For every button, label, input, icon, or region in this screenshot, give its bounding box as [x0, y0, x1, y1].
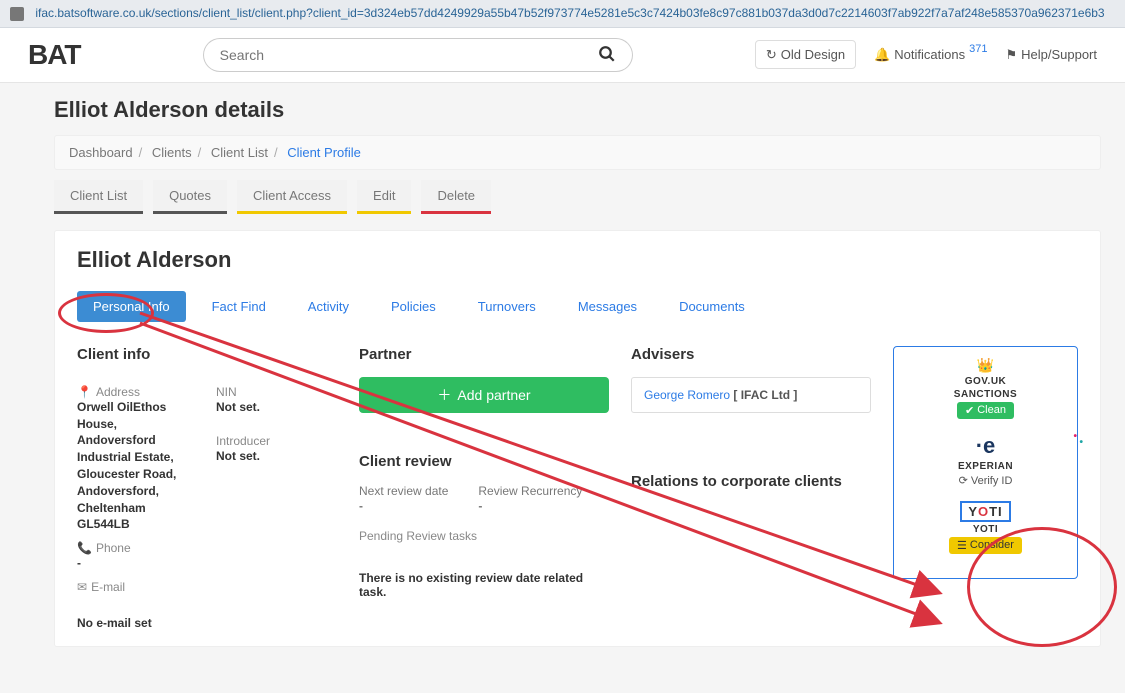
- next-review-label: Next review date: [359, 484, 448, 498]
- top-bar: BAT ↻ Old Design 🔔 Notifications 371 ⚑ H…: [0, 28, 1125, 83]
- experian-title: EXPERIAN: [900, 461, 1071, 472]
- list-icon: ☰: [957, 539, 967, 552]
- email-label: E-mail: [91, 580, 125, 594]
- adviser-box[interactable]: George Romero [ IFAC Ltd ]: [631, 377, 871, 413]
- mail-icon: ✉: [77, 581, 87, 593]
- add-partner-button[interactable]: ＋ Add partner: [359, 377, 609, 413]
- notifications-label: Notifications: [894, 47, 965, 62]
- sub-tabs: Personal Info Fact Find Activity Policie…: [77, 291, 1078, 322]
- gov-subtitle: SANCTIONS: [900, 389, 1071, 400]
- old-design-label: Old Design: [781, 47, 845, 62]
- logo: BAT: [28, 39, 80, 71]
- client-card: Elliot Alderson Personal Info Fact Find …: [54, 230, 1101, 647]
- breadcrumb-item[interactable]: Client List: [211, 145, 268, 160]
- address-label: Address: [96, 385, 140, 399]
- adviser-company: [ IFAC Ltd ]: [733, 388, 797, 402]
- action-tabs: Client List Quotes Client Access Edit De…: [54, 180, 1101, 214]
- tab-policies[interactable]: Policies: [375, 291, 452, 322]
- pin-icon: 📍: [77, 386, 92, 398]
- browser-url-bar: ifac.batsoftware.co.uk/sections/client_l…: [0, 0, 1125, 28]
- experian-service[interactable]: ·e EXPERIAN ⟳ Verify ID: [900, 433, 1071, 487]
- tab-messages[interactable]: Messages: [562, 291, 653, 322]
- gov-badge: ✔Clean: [957, 402, 1014, 419]
- recurrency-value: -: [478, 498, 582, 515]
- refresh-small-icon: ⟳: [959, 475, 968, 487]
- client-info-section: Client info 📍 Address Orwell OilEthos Hou…: [77, 346, 337, 630]
- gov-title: GOV.UK: [900, 376, 1071, 387]
- pending-review-label: Pending Review tasks: [359, 529, 609, 543]
- tab-personal-info[interactable]: Personal Info: [77, 291, 186, 322]
- partner-heading: Partner: [359, 346, 609, 363]
- advisers-heading: Advisers: [631, 346, 871, 363]
- nin-value: Not set.: [216, 399, 337, 416]
- page-title: Elliot Alderson details: [54, 97, 1101, 123]
- no-existing-task: There is no existing review date related…: [359, 571, 609, 599]
- plus-icon: ＋: [437, 388, 451, 402]
- bell-icon: 🔔: [874, 48, 890, 61]
- breadcrumb-item[interactable]: Clients: [152, 145, 192, 160]
- tab-activity[interactable]: Activity: [292, 291, 365, 322]
- address-value: Orwell OilEthos House, Andoversford Indu…: [77, 399, 198, 533]
- notifications-count: 371: [969, 43, 987, 55]
- phone-value: -: [77, 555, 198, 572]
- search-button[interactable]: [583, 38, 633, 72]
- tab-client-access[interactable]: Client Access: [237, 180, 347, 214]
- help-label: Help/Support: [1021, 47, 1097, 62]
- client-name: Elliot Alderson: [77, 247, 1078, 273]
- nin-label: NIN: [216, 385, 337, 399]
- tab-edit[interactable]: Edit: [357, 180, 411, 214]
- search-wrap: [80, 38, 754, 72]
- tab-quotes[interactable]: Quotes: [153, 180, 227, 214]
- no-email-text: No e-mail set: [77, 616, 337, 630]
- next-review-value: -: [359, 498, 448, 515]
- tab-client-list[interactable]: Client List: [54, 180, 143, 214]
- page-body: Elliot Alderson details Dashboard/ Clien…: [0, 83, 1125, 647]
- breadcrumb-item[interactable]: Dashboard: [69, 145, 133, 160]
- phone-label: Phone: [96, 541, 131, 555]
- breadcrumb-current: Client Profile: [287, 145, 361, 160]
- yoti-logo: YOTI: [960, 501, 1010, 522]
- introducer-value: Not set.: [216, 448, 337, 465]
- refresh-icon: ↻: [766, 48, 777, 61]
- tab-fact-find[interactable]: Fact Find: [196, 291, 282, 322]
- partner-review-section: Partner ＋ Add partner Client review Next…: [359, 346, 609, 599]
- yoti-badge: ☰Consider: [949, 537, 1022, 554]
- client-review-heading: Client review: [359, 453, 609, 470]
- old-design-button[interactable]: ↻ Old Design: [755, 40, 856, 69]
- search-input[interactable]: [203, 38, 583, 72]
- advisers-section: Advisers George Romero [ IFAC Ltd ] Rela…: [631, 346, 871, 504]
- client-info-heading: Client info: [77, 346, 337, 363]
- recurrency-label: Review Recurrency: [478, 484, 582, 498]
- url-text: ifac.batsoftware.co.uk/sections/client_l…: [35, 6, 1104, 20]
- yoti-title: YOTI: [900, 524, 1071, 535]
- tab-documents[interactable]: Documents: [663, 291, 761, 322]
- flag-icon: ⚑: [1005, 48, 1017, 61]
- notifications-button[interactable]: 🔔 Notifications 371: [874, 47, 987, 62]
- top-actions: ↻ Old Design 🔔 Notifications 371 ⚑ Help/…: [755, 40, 1097, 69]
- search-group: [203, 38, 633, 72]
- search-icon: [598, 45, 616, 65]
- tab-turnovers[interactable]: Turnovers: [462, 291, 552, 322]
- add-partner-label: Add partner: [457, 387, 530, 403]
- site-security-icon: [10, 7, 24, 21]
- relations-heading: Relations to corporate clients: [631, 473, 871, 490]
- phone-icon: 📞: [77, 542, 92, 554]
- breadcrumb: Dashboard/ Clients/ Client List/ Client …: [54, 135, 1101, 170]
- crown-icon: 👑: [900, 357, 1071, 374]
- introducer-label: Introducer: [216, 434, 337, 448]
- services-panel: 👑 GOV.UK SANCTIONS ✔Clean ·e EXPERIAN ⟳ …: [893, 346, 1078, 579]
- yoti-service[interactable]: YOTI YOTI ☰Consider: [900, 501, 1071, 554]
- gov-sanctions-service[interactable]: 👑 GOV.UK SANCTIONS ✔Clean: [900, 357, 1071, 419]
- tab-delete[interactable]: Delete: [421, 180, 491, 214]
- experian-verify: Verify ID: [971, 475, 1013, 487]
- experian-icon: ·e: [900, 433, 1071, 459]
- check-icon: ✔: [965, 404, 974, 417]
- help-button[interactable]: ⚑ Help/Support: [1005, 47, 1097, 62]
- adviser-name: George Romero: [644, 388, 730, 402]
